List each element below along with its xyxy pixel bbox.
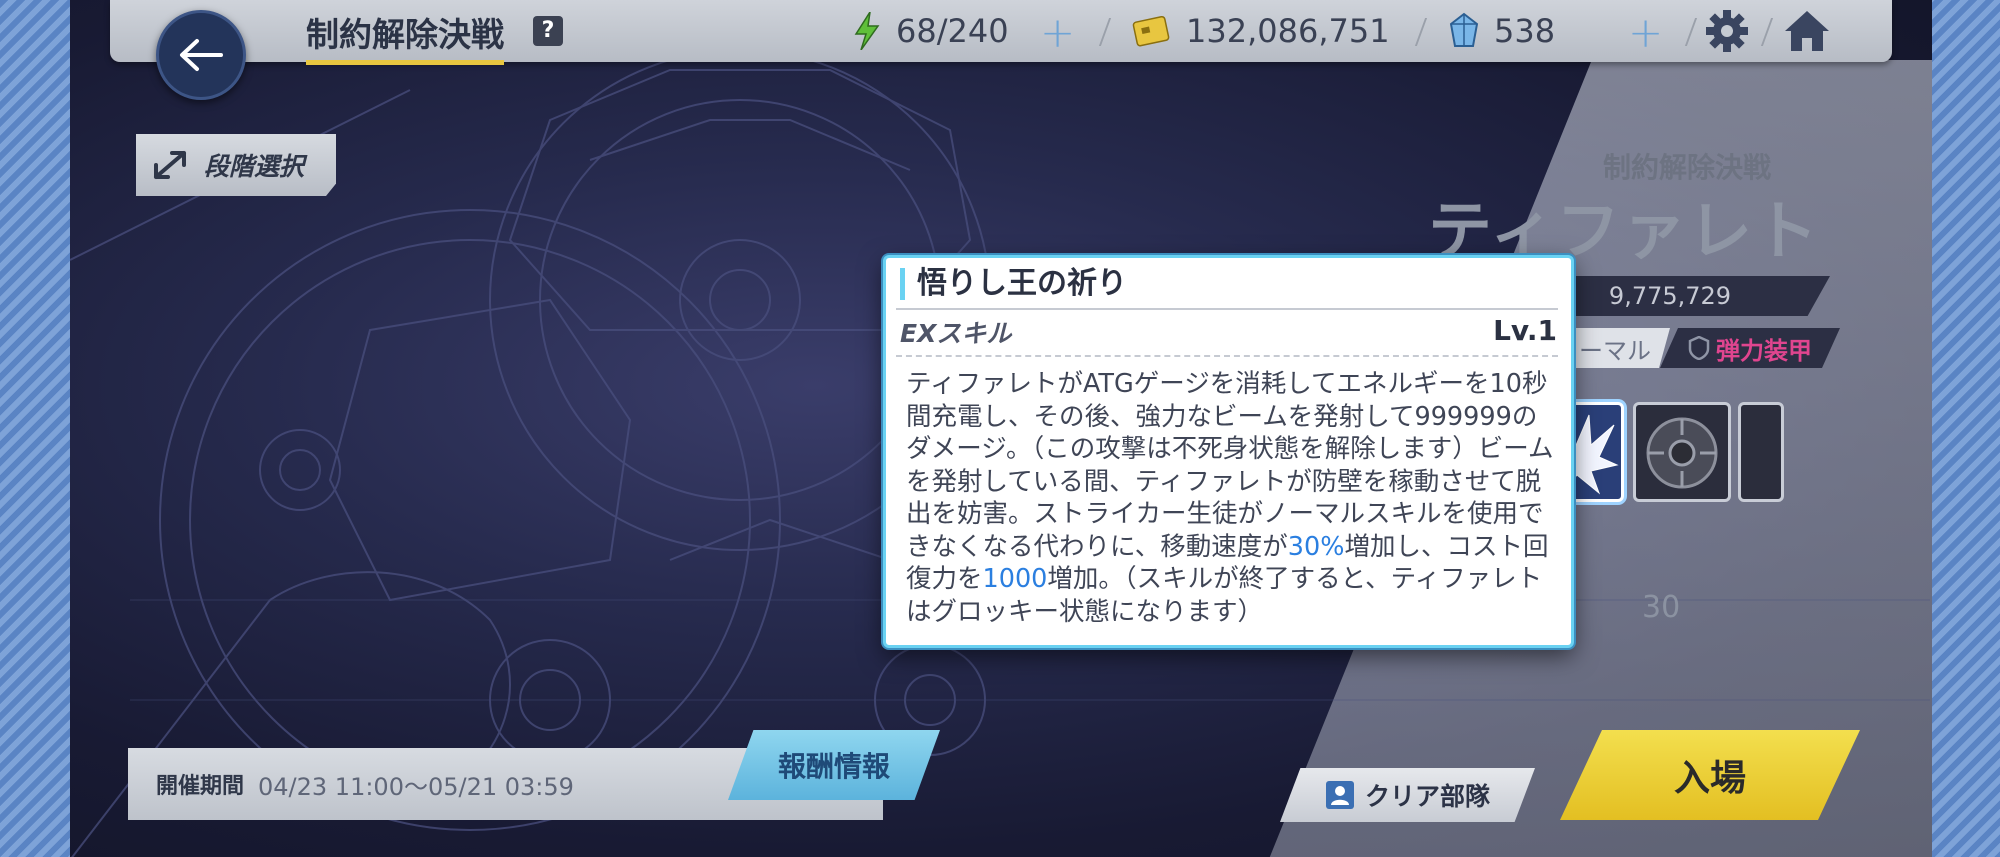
top-bar: 制約解除決戦 ? 68/240 + 132,086,751 538 + bbox=[110, 0, 1892, 65]
divider bbox=[1414, 18, 1428, 46]
skill-level: Lv.1 bbox=[1493, 314, 1557, 347]
boss-hp-value: 9,775,729 bbox=[1608, 282, 1732, 310]
clear-team-button[interactable]: クリア部隊 bbox=[1280, 768, 1535, 822]
pyroxene-gem-icon bbox=[1449, 12, 1479, 47]
armor-type-tag: 弾力装甲 bbox=[1660, 328, 1840, 368]
difficulty-number: 30 bbox=[1642, 590, 1681, 625]
attack-type-label: ーマル bbox=[1579, 336, 1651, 365]
clear-team-label: クリア部隊 bbox=[1364, 782, 1490, 811]
reward-info-button[interactable]: 報酬情報 bbox=[728, 730, 940, 800]
skill-highlight-value: 1000 bbox=[982, 564, 1048, 594]
gems-add-button[interactable]: + bbox=[1628, 8, 1663, 57]
skill-icon[interactable] bbox=[1633, 402, 1731, 502]
skill-type: EXスキル bbox=[900, 319, 1012, 348]
divider bbox=[896, 308, 1558, 310]
settings-gear-icon[interactable] bbox=[1704, 8, 1750, 54]
back-button[interactable] bbox=[156, 10, 246, 100]
person-card-icon bbox=[1325, 781, 1354, 809]
home-icon[interactable] bbox=[1782, 8, 1832, 54]
ap-lightning-icon bbox=[854, 12, 880, 50]
ap-value: 68/240 bbox=[896, 12, 1009, 50]
stage-select-button[interactable]: 段階選択 bbox=[136, 134, 336, 196]
armor-shield-icon bbox=[1688, 336, 1710, 360]
period-label: 開催期間 bbox=[156, 774, 245, 799]
skill-tooltip: 悟りし王の祈り EXスキル Lv.1 ティファレトがATGゲージを消耗してエネル… bbox=[883, 255, 1574, 648]
help-icon[interactable]: ? bbox=[533, 16, 563, 46]
back-arrow-icon bbox=[180, 39, 223, 71]
attack-type-tag: ーマル bbox=[1560, 328, 1670, 368]
mine-ball-icon bbox=[1646, 417, 1718, 489]
gems-value: 538 bbox=[1494, 12, 1556, 50]
skill-name: 悟りし王の祈り bbox=[900, 268, 1127, 300]
armor-type-label: 弾力装甲 bbox=[1716, 336, 1812, 365]
skill-description: ティファレトがATGゲージを消耗してエネルギーを10秒間充電し、その後、強力なビ… bbox=[906, 368, 1556, 628]
stage-select-label: 段階選択 bbox=[204, 152, 305, 181]
divider bbox=[1098, 18, 1112, 46]
divider bbox=[896, 355, 1558, 357]
divider bbox=[1760, 18, 1774, 46]
credit-card-icon bbox=[1132, 15, 1170, 47]
page-title: 制約解除決戦 bbox=[306, 8, 504, 65]
credits-value: 132,086,751 bbox=[1186, 12, 1390, 50]
period-value: 04/23 11:00～05/21 03:59 bbox=[258, 772, 574, 801]
expand-arrows-icon bbox=[154, 151, 186, 179]
divider bbox=[1684, 18, 1698, 46]
skill-icon[interactable] bbox=[1738, 402, 1784, 502]
enter-button[interactable]: 入場 bbox=[1560, 730, 1860, 820]
game-stage: 制約解除決戦 ? 68/240 + 132,086,751 538 + 段階選択… bbox=[70, 0, 1932, 857]
skill-highlight-value: 30% bbox=[1287, 531, 1345, 562]
ap-add-button[interactable]: + bbox=[1040, 8, 1075, 57]
